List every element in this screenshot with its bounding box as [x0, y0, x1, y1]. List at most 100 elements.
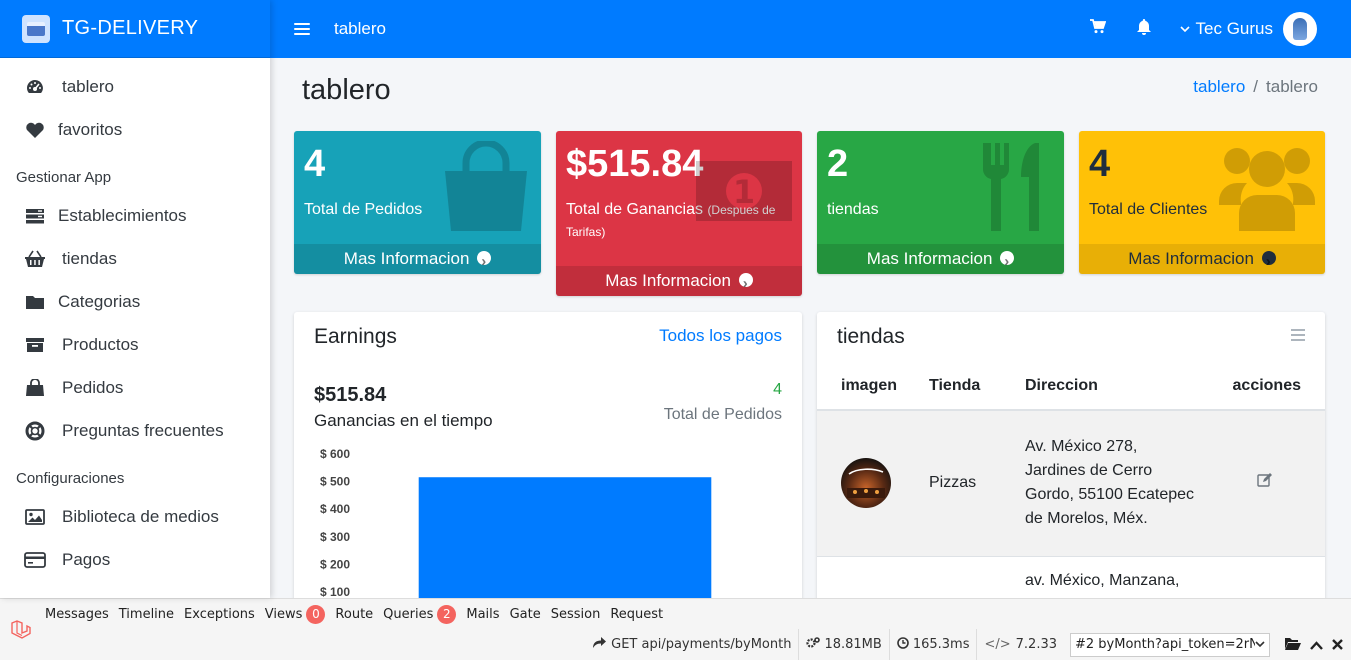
breadcrumb-link-tablero[interactable]: tablero: [1193, 77, 1245, 96]
sidebar-item-biblioteca[interactable]: Biblioteca de medios: [0, 495, 270, 538]
debug-tab-gate[interactable]: Gate: [510, 607, 541, 622]
chevron-up-icon[interactable]: [1310, 636, 1323, 654]
breadcrumb: tablero / tablero: [1193, 77, 1318, 97]
shopping-bag-icon: [24, 378, 46, 398]
table-row[interactable]: Pizzas Av. México 278, Jardines de Cerro…: [817, 410, 1325, 556]
user-menu[interactable]: Tec Gurus: [1179, 12, 1317, 46]
mas-informacion-link[interactable]: Mas Informacion: [556, 266, 802, 296]
hamburger-menu-icon[interactable]: [294, 20, 310, 38]
chevron-down-icon: [1179, 22, 1190, 36]
mas-informacion-link[interactable]: Mas Informacion: [294, 244, 541, 274]
stores-card: tiendas imagen Tienda Direccion acciones: [817, 312, 1325, 598]
stat-label: tiendas: [827, 201, 879, 218]
debug-tab-queries[interactable]: Queries 2: [383, 604, 457, 624]
debug-tab-timeline[interactable]: Timeline: [119, 607, 174, 622]
debug-php[interactable]: </> 7.2.33: [976, 629, 1064, 660]
table-row[interactable]: av. México, Manzana,: [817, 556, 1325, 598]
earnings-card: Earnings Todos los pagos $515.84 Gananci…: [294, 312, 802, 598]
folder-open-icon[interactable]: [1285, 636, 1301, 654]
debug-tab-request[interactable]: Request: [610, 607, 663, 622]
sidebar-nav: tablero favoritos: [0, 58, 270, 151]
todos-los-pagos-link[interactable]: Todos los pagos: [659, 326, 782, 346]
debug-tab-label: Views: [264, 606, 303, 622]
utensils-icon: [977, 141, 1057, 238]
y-tick-label: $ 100: [320, 585, 350, 598]
debug-tab-route[interactable]: Route: [335, 607, 373, 622]
sidebar: TG-DELIVERY tablero favoritos Gestionar …: [0, 0, 270, 598]
edit-icon[interactable]: [1257, 473, 1273, 491]
sidebar-item-label: Productos: [62, 334, 139, 354]
stores-table: imagen Tienda Direccion acciones Pizzas …: [817, 362, 1325, 598]
stat-label: Total de Clientes: [1089, 201, 1208, 218]
sidebar-item-label: Establecimientos: [58, 205, 187, 225]
store-image-cell: [817, 410, 929, 556]
stat-value: $515.84: [566, 143, 704, 185]
sidebar-item-label: favoritos: [58, 119, 123, 139]
debug-time[interactable]: 165.3ms: [888, 629, 977, 660]
debug-memory[interactable]: 18.81MB: [798, 629, 888, 660]
y-tick-label: $ 300: [320, 530, 350, 544]
footer-label: Mas Informacion: [1128, 249, 1254, 268]
mas-informacion-link[interactable]: Mas Informacion: [817, 244, 1064, 274]
sidebar-item-tiendas[interactable]: tiendas: [0, 237, 270, 280]
sidebar-item-label: Pedidos: [62, 377, 124, 397]
table-header-row: imagen Tienda Direccion acciones: [817, 362, 1325, 411]
debug-tab-exceptions[interactable]: Exceptions: [184, 607, 255, 622]
life-ring-icon: [24, 421, 46, 441]
sidebar-nav-gestionar: Establecimientos tiendas Categorias Prod…: [0, 194, 270, 452]
store-name: Pizzas: [929, 474, 977, 492]
close-icon[interactable]: [1332, 636, 1343, 654]
debug-tab-views[interactable]: Views 0: [264, 604, 326, 624]
sidebar-item-establecimientos[interactable]: Establecimientos: [0, 194, 270, 237]
user-name: Tec Gurus: [1195, 19, 1273, 38]
sidebar-nav-config: Biblioteca de medios Pagos: [0, 495, 270, 581]
stat-label: Total de Pedidos: [304, 201, 423, 218]
debug-tab-mails[interactable]: Mails: [466, 607, 499, 622]
sidebar-item-label: Preguntas frecuentes: [62, 420, 224, 440]
sidebar-item-label: Biblioteca de medios: [62, 506, 219, 526]
chart-bar[interactable]: [418, 477, 712, 598]
credit-card-icon: [24, 550, 46, 570]
stat-box-clientes: 4 Total de Clientes Mas Informacion: [1079, 131, 1325, 274]
sidebar-item-categorias[interactable]: Categorias: [0, 280, 270, 323]
sidebar-item-favoritos[interactable]: favoritos: [0, 108, 270, 151]
code-icon: </>: [984, 637, 1011, 652]
stat-label: Total de Ganancias: [566, 201, 703, 218]
arrow-circle-right-icon: [738, 269, 753, 296]
y-tick-label: $ 400: [320, 502, 350, 516]
store-name: [929, 556, 1025, 598]
debug-time-text: 165.3ms: [912, 637, 970, 652]
sidebar-item-tablero[interactable]: tablero: [0, 65, 270, 108]
heart-icon: [24, 120, 46, 140]
store-address: Av. México 278, Jardines de Cerro Gordo,…: [1025, 438, 1195, 528]
topbar-title[interactable]: tablero: [334, 19, 386, 39]
menu-lines-icon[interactable]: [1291, 328, 1305, 346]
footer-label: Mas Informacion: [605, 271, 731, 290]
stat-value: 4: [1089, 143, 1111, 185]
sidebar-item-pagos[interactable]: Pagos: [0, 538, 270, 581]
sidebar-item-pedidos[interactable]: Pedidos: [0, 366, 270, 409]
orders-count: 4: [773, 381, 782, 398]
avatar[interactable]: [1283, 12, 1317, 46]
earnings-amount: $515.84: [314, 384, 387, 406]
debug-route[interactable]: GET api/payments/byMonth: [586, 629, 798, 660]
bell-icon[interactable]: [1136, 18, 1152, 40]
debug-tab-label: Queries: [383, 606, 434, 622]
y-tick-label: $ 600: [320, 447, 350, 461]
brand[interactable]: TG-DELIVERY: [0, 0, 270, 58]
stat-box-tiendas: 2 tiendas Mas Informacion: [817, 131, 1064, 274]
debug-tab-messages[interactable]: Messages: [45, 607, 109, 622]
mas-informacion-link[interactable]: Mas Informacion: [1079, 244, 1325, 274]
debug-tab-session[interactable]: Session: [551, 607, 601, 622]
sidebar-item-productos[interactable]: Productos: [0, 323, 270, 366]
col-acciones: acciones: [1205, 362, 1325, 411]
image-icon: [24, 507, 46, 527]
stat-box-ganancias: $515.84 Total de Ganancias (Despues de T…: [556, 131, 802, 296]
cart-icon[interactable]: [1089, 19, 1106, 39]
chevron-down-icon: [1255, 637, 1265, 652]
shopping-bag-icon: [441, 139, 531, 238]
sidebar-item-preguntas[interactable]: Preguntas frecuentes: [0, 409, 270, 452]
store-address: av. México, Manzana,: [1025, 571, 1180, 589]
main-content: tablero tablero / tablero 4 Total de Pedid…: [270, 58, 1351, 598]
debug-request-select[interactable]: #2 byMonth?api_token=2rNI: [1070, 632, 1270, 657]
